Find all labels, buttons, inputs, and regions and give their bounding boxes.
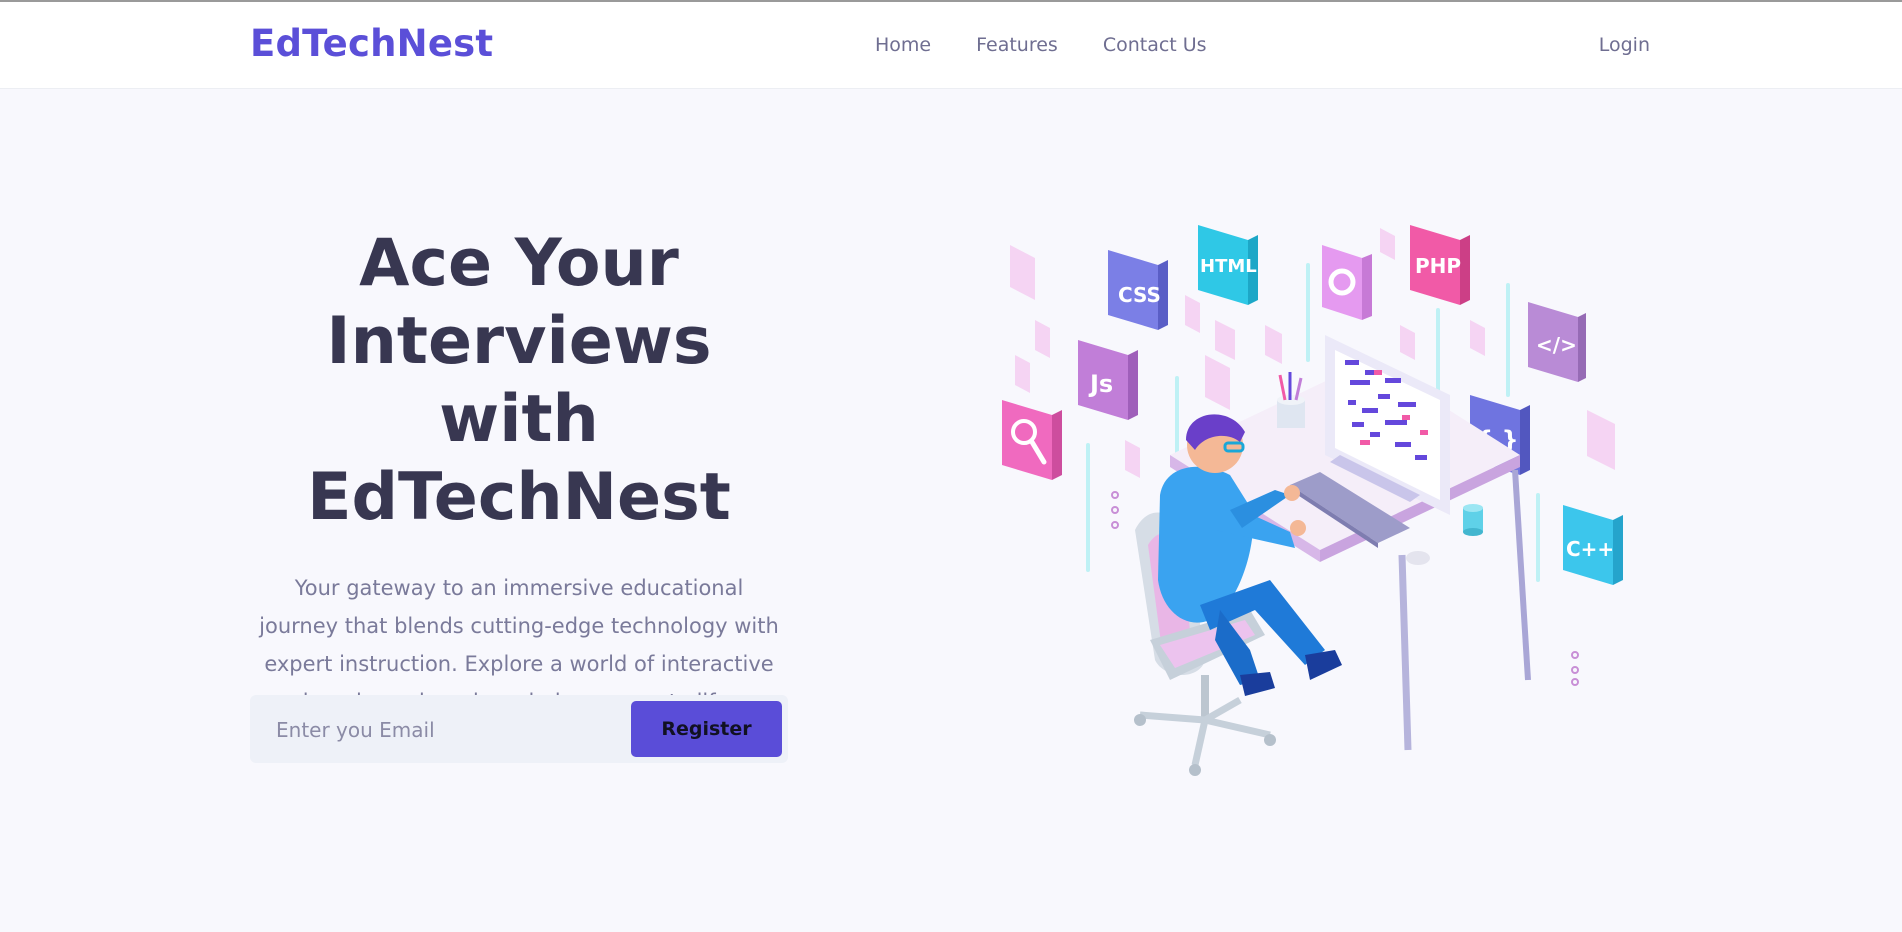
email-input[interactable] — [274, 713, 628, 747]
cpp-tile-label: C++ — [1566, 537, 1614, 561]
navbar: EdTechNest Home Features Contact Us Logi… — [0, 2, 1902, 89]
css-tile: CSS — [1108, 250, 1168, 330]
nav-contact-link[interactable]: Contact Us — [1103, 34, 1207, 56]
js-tile-label: Js — [1088, 370, 1113, 398]
css-tile-label: CSS — [1118, 283, 1161, 307]
php-tile: PHP — [1410, 225, 1470, 305]
code-tag-tile-label: </> — [1536, 333, 1577, 357]
magnifier-tile — [1002, 400, 1062, 480]
hero-title-line-3: EdTechNest — [307, 460, 731, 535]
cpp-tile: C++ — [1563, 505, 1623, 585]
nav-features-link[interactable]: Features — [976, 34, 1058, 56]
brand-logo[interactable]: EdTechNest — [250, 22, 493, 65]
html-tile: HTML — [1198, 225, 1258, 305]
html-tile-label: HTML — [1200, 256, 1257, 277]
php-tile-label: PHP — [1415, 254, 1461, 278]
js-tile: Js — [1078, 340, 1138, 420]
nav-links: Home Features Contact Us — [875, 34, 1252, 56]
pencil-holder — [1277, 372, 1305, 428]
gear-tile — [1322, 245, 1372, 320]
cup — [1463, 504, 1483, 536]
code-tag-tile: </> — [1528, 302, 1586, 382]
hero-title: Ace Your Interviews with EdTechNest — [250, 225, 788, 537]
nav-home-link[interactable]: Home — [875, 34, 931, 56]
hero-title-line-2: Interviews with — [326, 304, 712, 457]
hero-title-line-1: Ace Your — [359, 226, 679, 301]
signup-form: Register — [250, 695, 788, 763]
mouse — [1406, 551, 1430, 565]
hero-section: Ace Your Interviews with EdTechNest Your… — [250, 225, 788, 721]
login-link[interactable]: Login — [1599, 34, 1650, 56]
register-button[interactable]: Register — [631, 701, 782, 757]
developer-illustration: CSS HTML PHP Js </> { } C++ — [1002, 225, 1623, 776]
